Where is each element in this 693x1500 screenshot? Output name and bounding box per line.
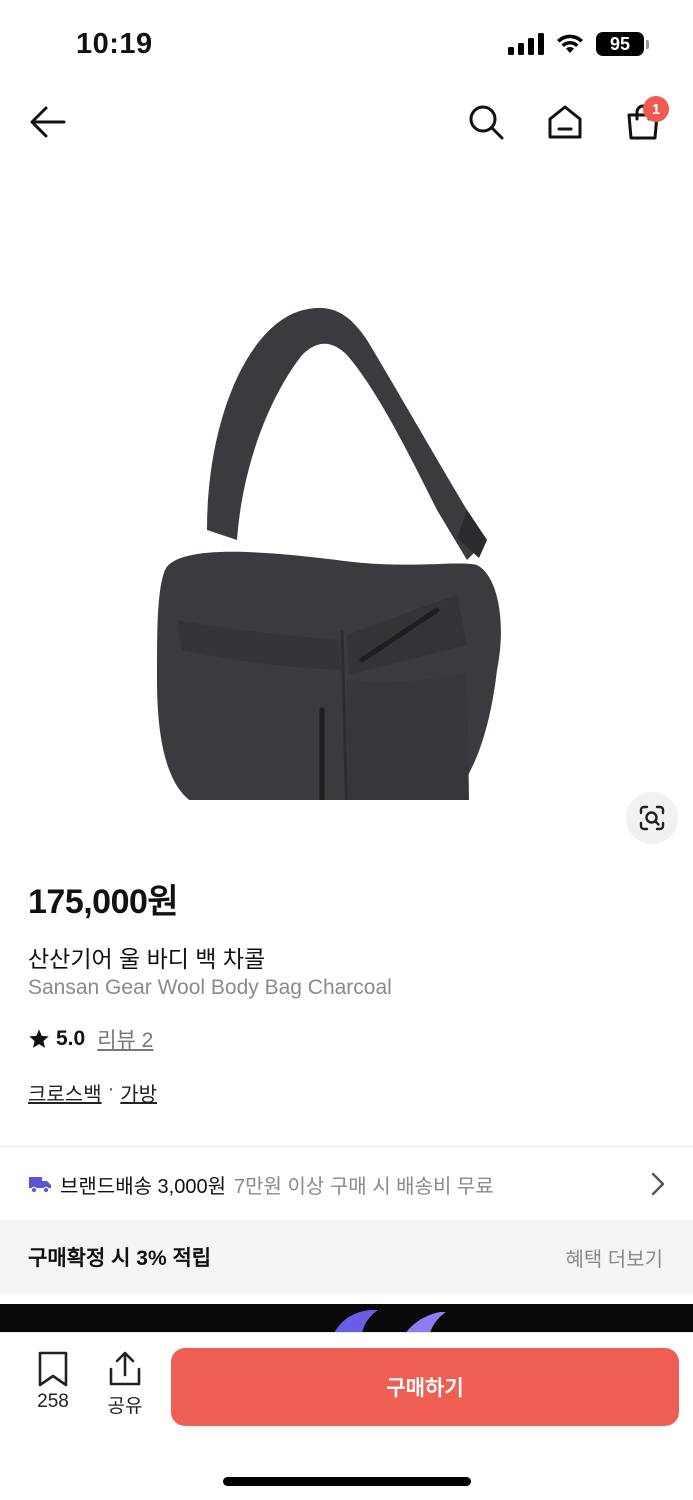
product-price: 175,000원: [28, 883, 179, 921]
search-icon: [469, 105, 504, 140]
top-nav: 1: [0, 90, 693, 160]
category-link-bag[interactable]: 가방: [120, 1078, 157, 1107]
arrow-left-icon: [30, 106, 66, 138]
bookmark-count: 258: [37, 1391, 69, 1412]
chevron-right-icon: [651, 1172, 665, 1196]
bookmark-icon: [38, 1351, 68, 1387]
shipping-info-row[interactable]: 브랜드배송 3,000원 7만원 이상 구매 시 배송비 무료: [0, 1152, 693, 1216]
product-image[interactable]: [0, 180, 693, 860]
search-button[interactable]: [456, 90, 516, 154]
benefit-row: 구매확정 시 3% 적립 혜택 더보기: [0, 1220, 693, 1294]
rating-row: 5.0 리뷰 2: [28, 1024, 153, 1054]
benefit-text: 구매확정 시 3% 적립: [28, 1247, 212, 1270]
benefit-more-link[interactable]: 혜택 더보기: [565, 1243, 663, 1272]
truck-icon: [29, 1177, 51, 1194]
status-icons: 95: [508, 32, 649, 56]
cart-button[interactable]: 1: [613, 90, 673, 154]
divider: [0, 1146, 693, 1147]
buy-button[interactable]: 구매하기: [171, 1348, 679, 1426]
image-search-button[interactable]: [626, 792, 678, 844]
status-time: 10:19: [76, 28, 153, 60]
shipping-fee: 브랜드배송 3,000원: [60, 1175, 227, 1198]
status-bar: 10:19 95: [0, 0, 693, 90]
share-icon: [109, 1351, 141, 1386]
back-button[interactable]: [18, 90, 78, 154]
category-link-crossbag[interactable]: 크로스백: [28, 1078, 102, 1107]
product-name-korean: 산산기어 울 바디 백 차콜: [28, 946, 266, 972]
category-breadcrumb: 크로스백 · 가방: [28, 1078, 157, 1107]
share-label: 공유: [107, 1396, 143, 1417]
bookmark-button[interactable]: 258: [23, 1351, 83, 1413]
battery-level: 95: [596, 32, 644, 56]
share-button[interactable]: 공유: [95, 1351, 155, 1418]
home-icon: [548, 105, 582, 139]
home-indicator: [223, 1477, 471, 1486]
cart-count-badge: 1: [643, 96, 669, 122]
bottom-action-bar: 258 공유 구매하기: [0, 1332, 693, 1500]
product-name-english: Sansan Gear Wool Body Bag Charcoal: [28, 976, 392, 999]
shoulder-bag-image: [156, 307, 501, 800]
star-icon: [29, 1029, 49, 1048]
category-separator: ·: [107, 1078, 115, 1100]
rating-score: 5.0: [56, 1027, 86, 1050]
lens-search-icon: [639, 805, 665, 831]
wifi-icon: [557, 34, 583, 53]
battery-icon: 95: [596, 32, 649, 56]
signal-icon: [508, 33, 544, 55]
home-button[interactable]: [535, 90, 595, 154]
review-link[interactable]: 리뷰 2: [97, 1024, 153, 1054]
shipping-note: 7만원 이상 구매 시 배송비 무료: [234, 1175, 494, 1198]
